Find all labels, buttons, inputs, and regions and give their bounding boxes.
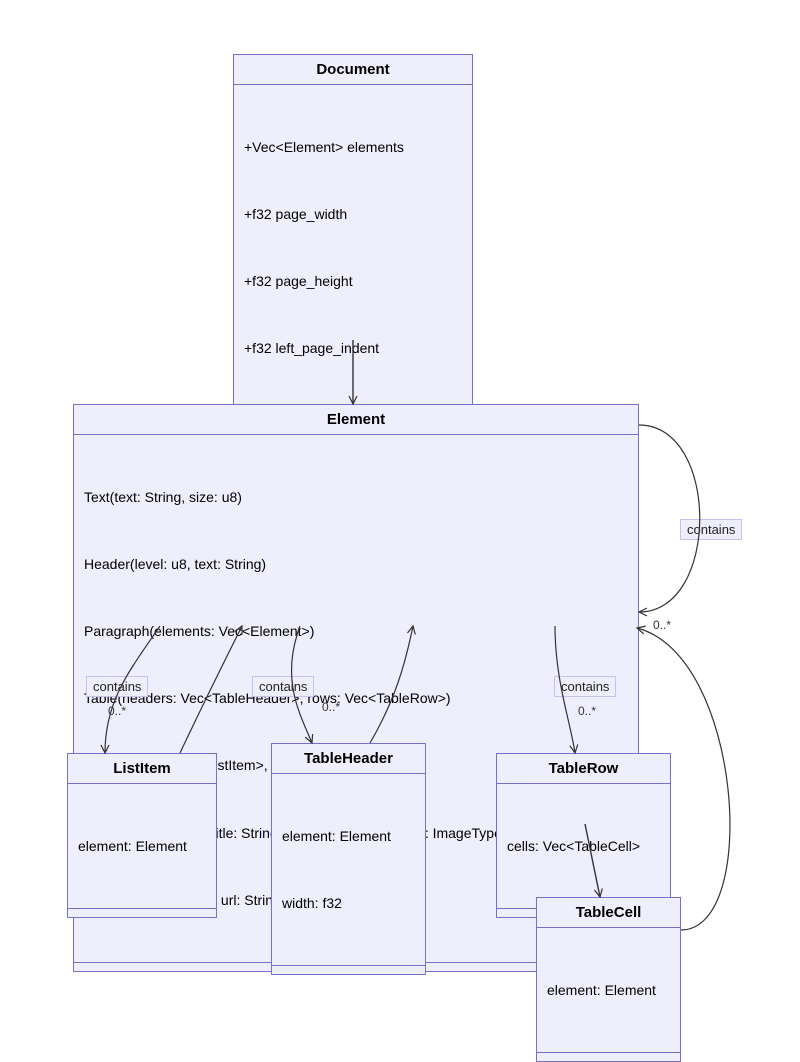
relation-label-contains: contains <box>554 676 616 697</box>
multiplicity: 0..* <box>108 704 126 718</box>
attr: +f32 page_width <box>244 203 462 225</box>
class-title: TableHeader <box>272 744 425 774</box>
attr: Paragraph(elements: Vec<Element>) <box>84 620 628 642</box>
attr: element: Element <box>78 835 206 857</box>
attr: element: Element <box>282 825 415 847</box>
class-attributes: element: Element <box>68 784 216 909</box>
attr: Text(text: String, size: u8) <box>84 486 628 508</box>
class-tableheader: TableHeader element: Element width: f32 <box>271 743 426 975</box>
class-title: Document <box>234 55 472 85</box>
class-title: Element <box>74 405 638 435</box>
class-title: TableCell <box>537 898 680 928</box>
multiplicity: 0..* <box>322 700 340 714</box>
relation-label-contains: contains <box>680 519 742 540</box>
attr: cells: Vec<TableCell> <box>507 835 660 857</box>
attr: element: Element <box>547 979 670 1001</box>
class-attributes: element: Element width: f32 <box>272 774 425 966</box>
multiplicity: 0..* <box>578 704 596 718</box>
relation-label-contains: contains <box>252 676 314 697</box>
attr: width: f32 <box>282 892 415 914</box>
multiplicity: 0..* <box>653 618 671 632</box>
uml-class-diagram: { "classes": { "document": { "name": "Do… <box>0 0 800 1005</box>
attr: +f32 page_height <box>244 270 462 292</box>
class-attributes: cells: Vec<TableCell> <box>497 784 670 909</box>
attr: +f32 left_page_indent <box>244 337 462 359</box>
class-footer <box>272 966 425 974</box>
class-title: TableRow <box>497 754 670 784</box>
class-footer <box>68 909 216 917</box>
class-footer <box>537 1053 680 1061</box>
class-tablerow: TableRow cells: Vec<TableCell> <box>496 753 671 918</box>
attr: Header(level: u8, text: String) <box>84 553 628 575</box>
class-listitem: ListItem element: Element <box>67 753 217 918</box>
relation-label-contains: contains <box>86 676 148 697</box>
class-tablecell: TableCell element: Element <box>536 897 681 1062</box>
class-attributes: element: Element <box>537 928 680 1053</box>
class-title: ListItem <box>68 754 216 784</box>
attr: +Vec<Element> elements <box>244 136 462 158</box>
attr: Table(headers: Vec<TableHeader>, rows: V… <box>84 687 628 709</box>
